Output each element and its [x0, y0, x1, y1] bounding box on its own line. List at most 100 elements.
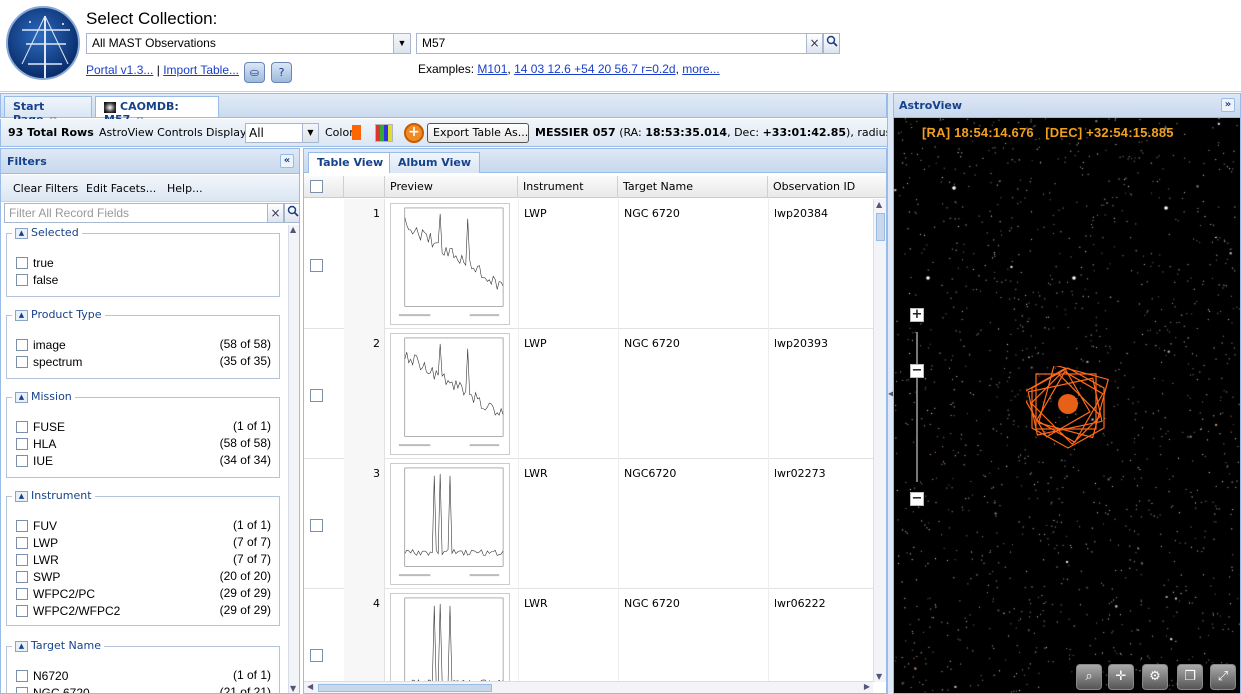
- checkbox[interactable]: [16, 520, 28, 532]
- facet-option[interactable]: false: [16, 272, 271, 289]
- collapse-icon[interactable]: «: [280, 154, 294, 168]
- clear-filter-icon[interactable]: ×: [267, 203, 284, 223]
- zoom-slider-handle[interactable]: −: [910, 364, 924, 378]
- checkbox[interactable]: [16, 339, 28, 351]
- table-row[interactable]: 1 LWP NGC 6720 lwp20384: [304, 199, 874, 329]
- gear-icon[interactable]: ⚙: [1142, 664, 1168, 690]
- checkbox[interactable]: [16, 687, 28, 693]
- crosshair-icon[interactable]: ✛: [1108, 664, 1134, 690]
- table-row[interactable]: 3 LWR NGC6720 lwr02273: [304, 459, 874, 589]
- add-circle-icon[interactable]: +: [404, 123, 424, 143]
- filters-scrollbar[interactable]: ▲ ▼: [288, 225, 299, 693]
- clear-filters-button[interactable]: Clear Filters: [13, 182, 78, 195]
- facet-option[interactable]: WFPC2/WFPC2 (29 of 29): [16, 603, 271, 620]
- color-picker-icon[interactable]: [375, 124, 393, 142]
- column-header-obsid[interactable]: Observation ID: [768, 176, 886, 198]
- preview-thumbnail[interactable]: [390, 463, 510, 585]
- zoom-slider-track[interactable]: [916, 332, 918, 482]
- collapse-up-icon[interactable]: ▲: [15, 640, 28, 652]
- portal-version-link[interactable]: Portal v1.3...: [86, 63, 153, 77]
- grid-vertical-scrollbar[interactable]: ▲ ▼: [873, 199, 886, 682]
- footprint-overlay[interactable]: [1026, 366, 1110, 450]
- example-link-coords[interactable]: 14 03 12.6 +54 20 56.7 r=0.2d: [514, 62, 675, 76]
- facet-option[interactable]: true: [16, 255, 271, 272]
- tab-table-view[interactable]: Table View: [308, 152, 393, 173]
- search-icon[interactable]: [823, 33, 840, 54]
- export-table-button[interactable]: Export Table As...: [427, 123, 529, 143]
- facet-option[interactable]: N6720 (1 of 1): [16, 668, 271, 685]
- checkbox[interactable]: [16, 421, 28, 433]
- preview-thumbnail[interactable]: [390, 593, 510, 694]
- facet-option[interactable]: LWR (7 of 7): [16, 552, 271, 569]
- search-icon[interactable]: ⌕: [1076, 664, 1102, 690]
- example-link-m101[interactable]: M101: [477, 62, 507, 76]
- facet-toggle[interactable]: ▲ Target Name: [12, 639, 104, 652]
- column-header-preview[interactable]: Preview: [385, 176, 518, 198]
- basket-icon[interactable]: ⛀: [244, 62, 265, 83]
- tab-start-page[interactable]: Start Page⊠: [4, 96, 92, 126]
- edit-facets-button[interactable]: Edit Facets...: [86, 182, 156, 195]
- facet-option[interactable]: spectrum (35 of 35): [16, 354, 271, 371]
- facet-toggle[interactable]: ▲ Mission: [12, 390, 75, 403]
- chevron-down-icon[interactable]: ▼: [393, 34, 410, 53]
- help-button[interactable]: Help...: [167, 182, 203, 195]
- collection-select[interactable]: All MAST Observations ▼: [86, 33, 411, 54]
- search-input[interactable]: M57: [416, 33, 808, 54]
- tab-caomdb-m57[interactable]: CAOMDB: M57⊠: [95, 96, 219, 126]
- help-icon[interactable]: ?: [271, 62, 292, 83]
- preview-thumbnail[interactable]: [390, 333, 510, 455]
- facet-toggle[interactable]: ▲ Selected: [12, 226, 82, 239]
- select-all-checkbox[interactable]: [310, 180, 323, 193]
- facet-option[interactable]: LWP (7 of 7): [16, 535, 271, 552]
- grid-horizontal-scrollbar[interactable]: ◀ ▶: [304, 681, 873, 693]
- checkbox[interactable]: [16, 356, 28, 368]
- clear-search-icon[interactable]: ×: [806, 33, 823, 54]
- facet-option[interactable]: SWP (20 of 20): [16, 569, 271, 586]
- checkbox[interactable]: [16, 438, 28, 450]
- zoom-out-button[interactable]: −: [910, 492, 924, 506]
- checkbox[interactable]: [16, 605, 28, 617]
- display-select[interactable]: All ▼: [245, 123, 319, 143]
- zoom-in-button[interactable]: +: [910, 308, 924, 322]
- table-row[interactable]: 2 LWP NGC 6720 lwp20393: [304, 329, 874, 459]
- row-checkbox[interactable]: [310, 519, 323, 532]
- row-checkbox[interactable]: [310, 649, 323, 662]
- collapse-up-icon[interactable]: ▲: [15, 309, 28, 321]
- tab-album-view[interactable]: Album View: [389, 152, 480, 173]
- checkbox[interactable]: [16, 257, 28, 269]
- facet-option[interactable]: HLA (58 of 58): [16, 436, 271, 453]
- facet-option[interactable]: image (58 of 58): [16, 337, 271, 354]
- column-header-target[interactable]: Target Name: [618, 176, 768, 198]
- fullscreen-icon[interactable]: ⤢: [1210, 664, 1236, 690]
- facet-option[interactable]: FUSE (1 of 1): [16, 419, 271, 436]
- example-link-more[interactable]: more...: [682, 62, 719, 76]
- checkbox[interactable]: [16, 455, 28, 467]
- layers-icon[interactable]: ❐: [1177, 664, 1203, 690]
- row-checkbox[interactable]: [310, 389, 323, 402]
- row-checkbox[interactable]: [310, 259, 323, 272]
- checkbox[interactable]: [16, 670, 28, 682]
- facet-toggle[interactable]: ▲ Product Type: [12, 308, 105, 321]
- checkbox[interactable]: [16, 537, 28, 549]
- checkbox[interactable]: [16, 588, 28, 600]
- column-header-instrument[interactable]: Instrument: [518, 176, 618, 198]
- select-all-header[interactable]: [304, 176, 344, 198]
- table-row[interactable]: 4 LWR NGC 6720 lwr06222: [304, 589, 874, 694]
- preview-thumbnail[interactable]: [390, 203, 510, 325]
- import-table-link[interactable]: Import Table...: [163, 63, 239, 77]
- facet-option[interactable]: NGC 6720 (21 of 21): [16, 685, 271, 693]
- checkbox[interactable]: [16, 274, 28, 286]
- checkbox[interactable]: [16, 554, 28, 566]
- filter-records-input[interactable]: Filter All Record Fields: [4, 203, 268, 223]
- collapse-up-icon[interactable]: ▲: [15, 227, 28, 239]
- checkbox[interactable]: [16, 571, 28, 583]
- facet-option[interactable]: IUE (34 of 34): [16, 453, 271, 470]
- color-swatch[interactable]: [352, 125, 361, 140]
- collapse-up-icon[interactable]: ▲: [15, 391, 28, 403]
- facet-option[interactable]: WFPC2/PC (29 of 29): [16, 586, 271, 603]
- facet-toggle[interactable]: ▲ Instrument: [12, 489, 95, 502]
- expand-icon[interactable]: »: [1221, 98, 1235, 112]
- collapse-up-icon[interactable]: ▲: [15, 490, 28, 502]
- chevron-down-icon[interactable]: ▼: [302, 124, 318, 142]
- facet-option[interactable]: FUV (1 of 1): [16, 518, 271, 535]
